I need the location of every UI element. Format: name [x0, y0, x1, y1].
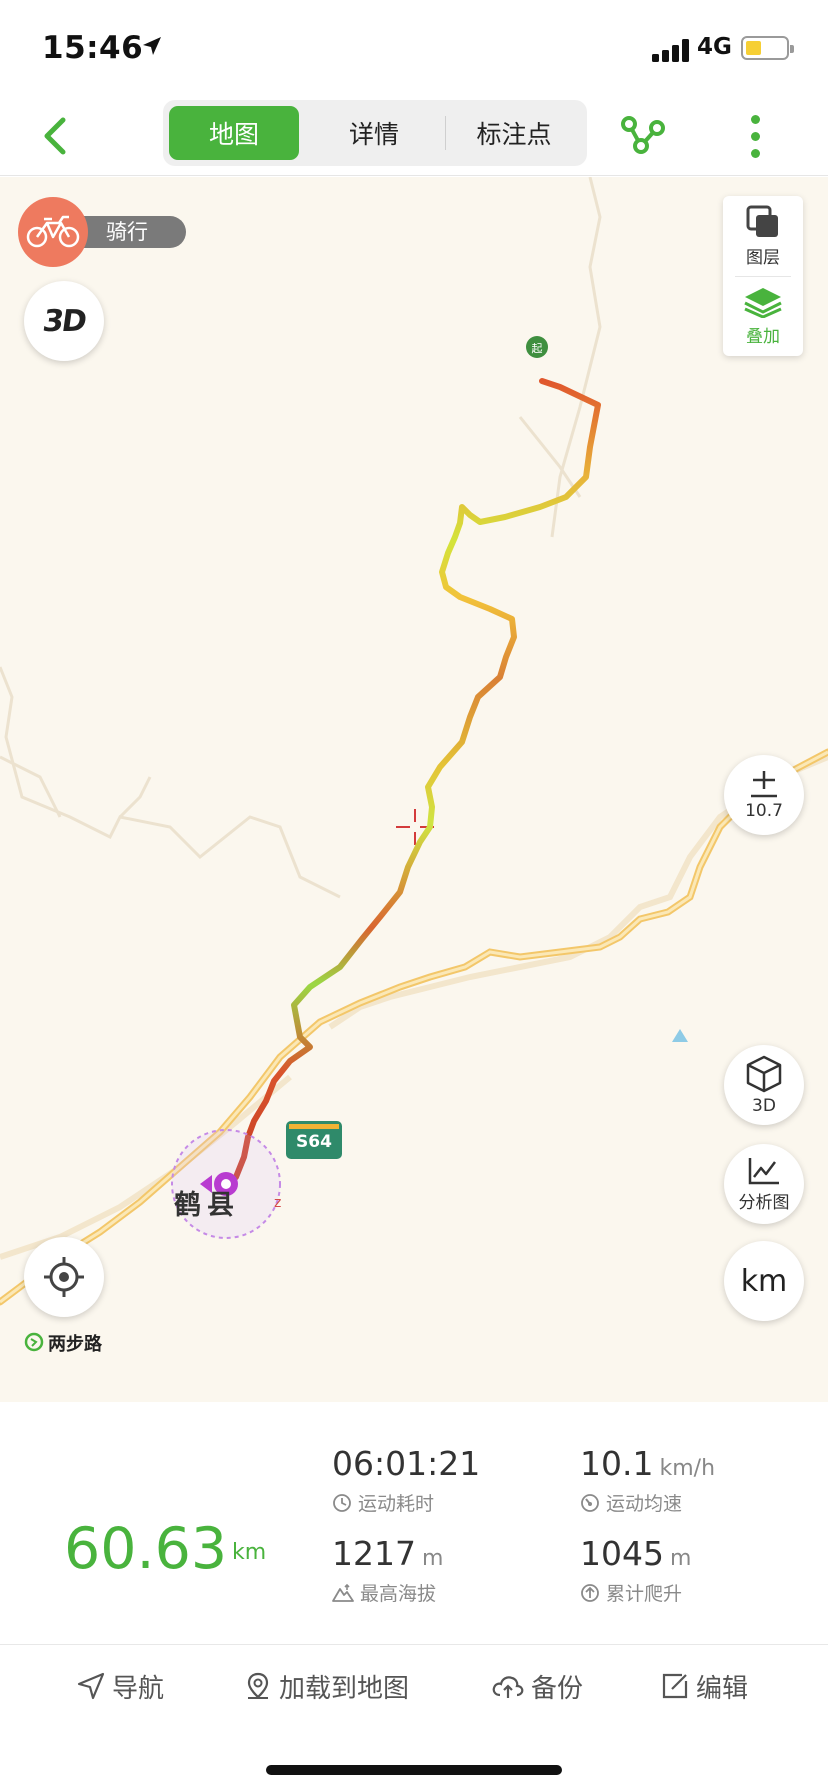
three-d-icon: 3D [40, 303, 88, 339]
toggle-3d-button[interactable]: 3D [24, 281, 104, 361]
route-share-button[interactable] [615, 108, 671, 164]
sport-mode-badge: 骑行 [18, 197, 186, 267]
zoom-level: 10.7 [745, 801, 783, 821]
map-canvas: 起 z [0, 177, 828, 1306]
location-arrow-icon [143, 37, 161, 55]
avg-speed-unit: km/h [659, 1456, 716, 1481]
cloud-upload-icon [492, 1676, 524, 1698]
load-to-map-button[interactable]: 加载到地图 [243, 1666, 409, 1706]
back-button[interactable] [30, 108, 80, 164]
backup-button[interactable]: 备份 [491, 1666, 583, 1706]
route-nodes-icon [621, 116, 665, 154]
duration-value: 06:01:21 [332, 1444, 481, 1483]
battery-icon [741, 36, 794, 60]
bicycle-icon [18, 197, 88, 267]
segmented-control: 地图 详情 标注点 [163, 100, 587, 166]
chevron-left-icon [44, 117, 66, 155]
tab-map[interactable]: 地图 [169, 106, 299, 160]
tab-detail[interactable]: 详情 [309, 106, 439, 160]
status-bar: 15:46 4G [0, 0, 828, 96]
stack-icon [744, 287, 782, 318]
map-pin-icon [247, 1672, 269, 1699]
terrain-3d-button[interactable]: 3D [724, 1045, 804, 1125]
avg-speed-value: 10.1 [580, 1444, 654, 1483]
layers-icon [746, 205, 778, 237]
locate-target-icon [44, 1257, 84, 1297]
home-indicator [266, 1765, 562, 1775]
svg-text:起: 起 [532, 342, 543, 355]
total-distance-unit: km [232, 1540, 267, 1565]
tab-divider [445, 116, 446, 150]
stat-duration: 06:01:21 运动耗时 [332, 1444, 480, 1516]
town-label: 鹤县 [174, 1190, 240, 1221]
navigate-button[interactable]: 导航 [76, 1666, 164, 1706]
duration-label: 运动耗时 [358, 1493, 435, 1515]
stat-avg-speed: 10.1 km/h 运动均速 [580, 1444, 715, 1516]
arrow-up-circle-icon [581, 1583, 599, 1602]
total-climb-unit: m [669, 1546, 692, 1571]
more-options-button[interactable] [740, 106, 770, 166]
layer-panel: 图层 叠加 [723, 196, 803, 356]
overlay-button[interactable]: 叠加 [723, 276, 803, 356]
start-marker[interactable]: 起 [526, 336, 548, 358]
clock-icon [333, 1493, 351, 1512]
max-altitude-unit: m [421, 1546, 444, 1571]
speedometer-icon [581, 1493, 599, 1512]
total-distance: 60.63 [64, 1516, 228, 1582]
plus-minus-icon [751, 771, 777, 798]
line-chart-icon [748, 1157, 779, 1184]
navigation-arrow-icon [77, 1672, 105, 1700]
network-type: 4G [697, 34, 732, 60]
avg-speed-label: 运动均速 [606, 1493, 683, 1515]
max-altitude-value: 1217 [332, 1534, 416, 1573]
total-climb-label: 累计爬升 [606, 1583, 683, 1605]
edit-square-icon [662, 1673, 688, 1699]
mountain-icon [332, 1583, 354, 1602]
road-shield: S64 [286, 1121, 342, 1159]
water-icon [672, 1029, 688, 1042]
bottom-toolbar: 导航 加载到地图 备份 编辑 [0, 1646, 828, 1726]
nav-bar: 地图 详情 标注点 [0, 96, 828, 176]
track-line [223, 378, 601, 1188]
stats-panel: 60.63 km 06:01:21 运动耗时 10.1 km/h 运动均速 121… [0, 1402, 828, 1645]
max-altitude-label: 最高海拔 [360, 1583, 437, 1605]
stat-max-altitude: 1217 m 最高海拔 [332, 1534, 443, 1606]
layers-button[interactable]: 图层 [723, 196, 803, 276]
signal-strength-icon [652, 38, 692, 62]
edit-button[interactable]: 编辑 [660, 1666, 748, 1706]
dot-icon [750, 131, 760, 141]
brand-pin-icon [24, 1332, 44, 1352]
status-time: 15:46 [42, 30, 144, 66]
dot-icon [750, 114, 760, 124]
analysis-chart-button[interactable]: 分析图 [724, 1144, 804, 1224]
stat-total-climb: 1045 m 累计爬升 [580, 1534, 691, 1606]
compass-n-label: z [274, 1195, 281, 1211]
cube-icon [746, 1055, 782, 1093]
total-climb-value: 1045 [580, 1534, 664, 1573]
brand-logo: 两步路 [24, 1330, 102, 1356]
map-view[interactable]: 起 z 鹤县 S64 骑行 3D 图层 叠加 10.7 3D 分析图 km 两步… [0, 177, 828, 1402]
tab-marked-points[interactable]: 标注点 [447, 106, 581, 160]
unit-toggle-button[interactable]: km [724, 1241, 804, 1321]
zoom-level-button[interactable]: 10.7 [724, 755, 804, 835]
locate-me-button[interactable] [24, 1237, 104, 1317]
dot-icon [750, 148, 760, 158]
